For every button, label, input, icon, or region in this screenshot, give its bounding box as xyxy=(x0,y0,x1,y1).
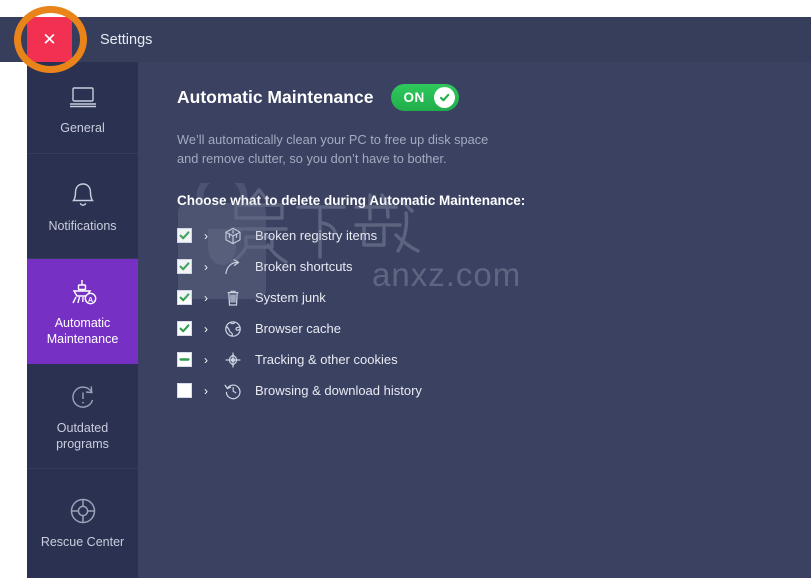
sidebar-item-notifications[interactable]: Notifications xyxy=(27,154,138,259)
trash-bin-icon xyxy=(220,289,246,307)
bell-icon xyxy=(66,178,100,212)
desktop-backdrop xyxy=(0,0,811,17)
chevron-right-icon[interactable]: › xyxy=(192,384,220,398)
sidebar-item-automatic-maintenance[interactable]: A Automatic Maintenance xyxy=(27,259,138,364)
option-label: Broken registry items xyxy=(255,228,378,243)
chevron-right-icon[interactable]: › xyxy=(192,260,220,274)
option-label: Browsing & download history xyxy=(255,383,422,398)
chevron-right-icon[interactable]: › xyxy=(192,291,220,305)
checkbox-unchecked[interactable] xyxy=(177,383,192,398)
list-item[interactable]: › System junk xyxy=(177,282,737,313)
option-label: Tracking & other cookies xyxy=(255,352,398,367)
clock-history-icon xyxy=(220,382,246,400)
lifebuoy-icon xyxy=(66,494,100,528)
sidebar-item-label: Rescue Center xyxy=(40,534,125,549)
list-item[interactable]: › Browsing & download history xyxy=(177,375,737,406)
checkbox-checked[interactable] xyxy=(177,290,192,305)
page-description: We’ll automatically clean your PC to fre… xyxy=(177,132,489,166)
checkbox-checked[interactable] xyxy=(177,259,192,274)
sidebar-item-label: General xyxy=(60,120,105,135)
list-item[interactable]: › Tracking & other cookies xyxy=(177,344,737,375)
svg-text:A: A xyxy=(87,297,92,304)
window-title: Settings xyxy=(100,31,153,48)
sidebar-item-outdated-programs[interactable]: Outdated programs xyxy=(27,364,138,469)
sidebar-item-rescue-center[interactable]: Rescue Center xyxy=(27,469,138,574)
sidebar-item-label: Outdated programs xyxy=(56,421,109,451)
list-item[interactable]: › Browser cache xyxy=(177,313,737,344)
chevron-right-icon[interactable]: › xyxy=(192,353,220,367)
chevron-right-icon[interactable]: › xyxy=(192,322,220,336)
checkbox-checked[interactable] xyxy=(177,228,192,243)
auto-maintenance-icon: A xyxy=(66,275,100,309)
list-item[interactable]: › Broken registry items xyxy=(177,220,737,251)
sidebar-item-general[interactable]: General xyxy=(27,62,138,154)
option-label: Broken shortcuts xyxy=(255,259,353,274)
checkbox-checked[interactable] xyxy=(177,321,192,336)
globe-icon xyxy=(220,320,246,338)
main-header: Automatic Maintenance ON xyxy=(177,84,460,111)
option-label: System junk xyxy=(255,290,326,305)
sidebar-item-label: Automatic Maintenance xyxy=(46,316,119,346)
settings-window: ✕ Settings General Notifications A Autom… xyxy=(0,0,811,578)
check-circle-icon xyxy=(433,87,455,108)
list-item[interactable]: › Broken shortcuts xyxy=(177,251,737,282)
page-title: Automatic Maintenance xyxy=(177,87,374,107)
settings-sidebar: General Notifications A Automatic Mainte… xyxy=(27,62,138,578)
outdated-warning-icon xyxy=(66,380,100,414)
automatic-maintenance-toggle[interactable]: ON xyxy=(391,84,460,111)
tracking-crosshair-icon xyxy=(220,351,246,369)
registry-cube-icon xyxy=(220,227,246,245)
option-label: Browser cache xyxy=(255,321,341,336)
sidebar-item-label: Notifications xyxy=(48,219,117,233)
section-heading: Choose what to delete during Automatic M… xyxy=(177,193,526,208)
laptop-icon xyxy=(66,80,100,114)
close-icon: ✕ xyxy=(42,30,57,49)
toggle-state-label: ON xyxy=(403,90,425,105)
checkbox-indeterminate[interactable] xyxy=(177,352,192,367)
close-button[interactable]: ✕ xyxy=(27,17,72,62)
shortcut-arrow-icon xyxy=(220,258,246,276)
maintenance-options-list: › Broken registry items › Broken shortcu… xyxy=(177,220,737,406)
chevron-right-icon[interactable]: › xyxy=(192,229,220,243)
settings-main-panel: Automatic Maintenance ON We’ll automatic… xyxy=(138,62,811,578)
